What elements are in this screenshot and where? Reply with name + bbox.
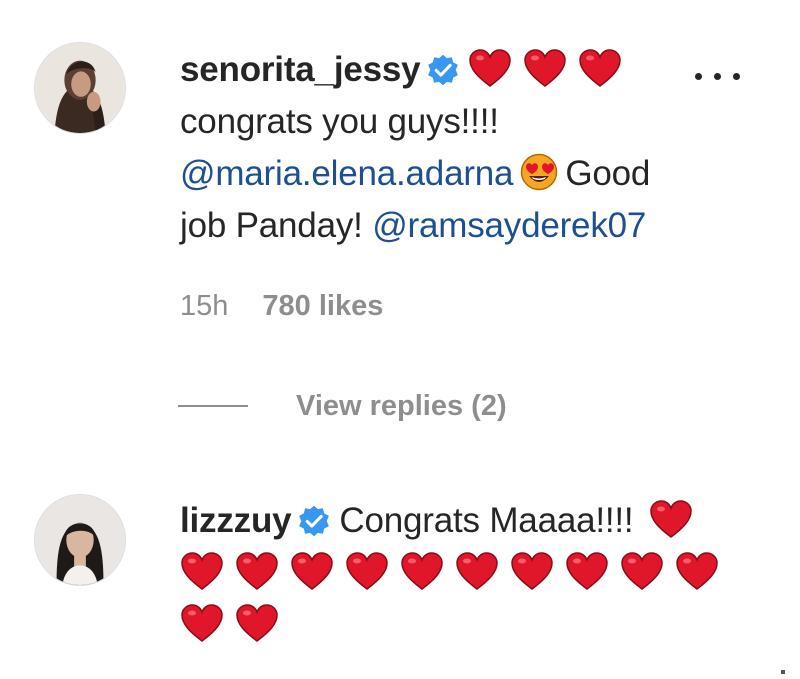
mention-link[interactable]: @ramsayderek07 — [372, 206, 646, 245]
red-heart-emoji — [620, 551, 664, 591]
verified-badge-icon — [426, 53, 460, 87]
username[interactable]: lizzzuy — [180, 501, 292, 540]
red-heart-emoji — [290, 551, 334, 591]
comment-text: job Panday! — [180, 206, 363, 245]
red-heart-emoji — [235, 603, 279, 643]
red-heart-emoji — [565, 551, 609, 591]
timestamp[interactable]: 15h — [180, 290, 228, 322]
red-heart-emoji — [180, 603, 224, 643]
likes-count[interactable]: 780 likes — [262, 290, 383, 322]
red-heart-emoji — [455, 551, 499, 591]
avatar[interactable] — [34, 494, 126, 586]
red-heart-emoji — [345, 551, 389, 591]
comment-line-2 — [180, 547, 760, 599]
comment-meta: 15h 780 likes — [180, 290, 417, 323]
red-heart-emoji — [649, 499, 693, 539]
username[interactable]: senorita_jessy — [180, 50, 421, 89]
comment-line-1: lizzzuy Congrats Maaaa!!!! — [180, 495, 760, 547]
avatar[interactable] — [34, 42, 126, 134]
comment-body: senorita_jessy congrats you guys!!!! @ma… — [180, 44, 760, 252]
avatar-image — [35, 495, 125, 585]
comment-line-3 — [180, 599, 760, 651]
comment-line-4: job Panday! @ramsayderek07 — [180, 200, 760, 252]
red-heart-emoji — [468, 48, 512, 88]
comment-text: congrats you guys!!!! — [180, 102, 499, 141]
comment-body: lizzzuy Congrats Maaaa!!!! — [180, 495, 760, 651]
comment-line-1: senorita_jessy — [180, 44, 760, 96]
comment-text: Good — [565, 154, 651, 193]
mention-link[interactable]: @maria.elena.adarna — [180, 154, 514, 193]
edge-dot — [781, 670, 785, 674]
red-heart-emoji — [510, 551, 554, 591]
comment-line-2: congrats you guys!!!! — [180, 96, 760, 148]
view-replies-button[interactable]: View replies (2) — [178, 386, 507, 426]
red-heart-emoji — [675, 551, 719, 591]
red-heart-emoji — [523, 48, 567, 88]
verified-badge-icon — [297, 504, 331, 538]
red-heart-emoji — [235, 551, 279, 591]
red-heart-emoji — [180, 551, 224, 591]
red-heart-emoji — [400, 551, 444, 591]
red-heart-emoji — [578, 48, 622, 88]
avatar-image — [35, 43, 125, 133]
replies-divider — [178, 405, 248, 407]
heart-eyes-emoji — [519, 152, 559, 192]
view-replies-label[interactable]: View replies (2) — [296, 390, 507, 423]
comment-line-3: @maria.elena.adarna Good — [180, 148, 760, 200]
comment-text: Congrats Maaaa!!!! — [339, 501, 634, 540]
